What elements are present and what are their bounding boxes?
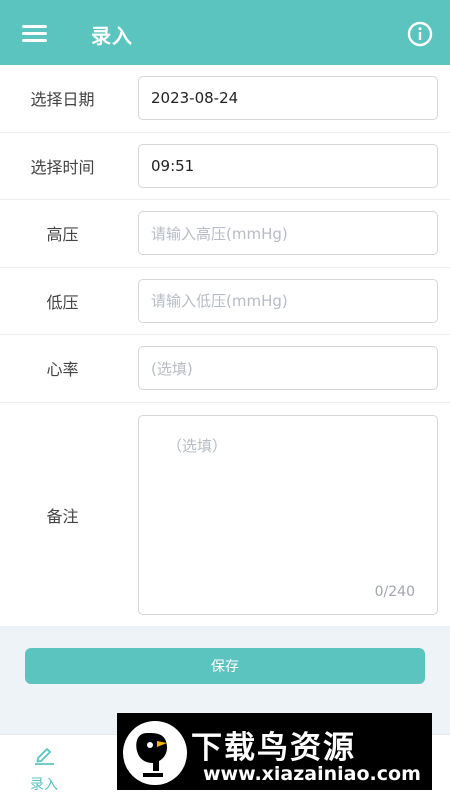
notes-char-counter: 0/240: [374, 583, 415, 600]
heart-rate-placeholder: (选填): [151, 359, 193, 378]
systolic-label: 高压: [46, 225, 79, 245]
date-row: 选择日期 2023-08-24: [0, 65, 450, 133]
time-label: 选择时间: [30, 157, 95, 177]
systolic-row: 高压 请输入高压(mmHg): [0, 200, 450, 268]
time-row: 选择时间 09:51: [0, 133, 450, 200]
diastolic-label: 低压: [46, 292, 79, 312]
page-title: 录入: [91, 24, 133, 48]
watermark-banner: 下载鸟资源 www.xiazainiao.com: [117, 713, 432, 790]
edit-icon: [35, 748, 54, 765]
notes-row: 备注 （选填） 0/240: [0, 403, 450, 627]
watermark-name: 下载鸟资源: [191, 730, 356, 766]
tab-entry[interactable]: 录入: [14, 740, 74, 796]
systolic-placeholder: 请输入高压(mmHg): [151, 224, 288, 243]
heart-rate-label: 心率: [46, 360, 79, 380]
heart-rate-input[interactable]: (选填): [138, 346, 438, 390]
diastolic-input[interactable]: 请输入低压(mmHg): [138, 278, 438, 323]
save-button[interactable]: 保存: [25, 648, 425, 684]
info-icon[interactable]: [407, 21, 433, 47]
diastolic-placeholder: 请输入低压(mmHg): [151, 292, 288, 310]
date-field[interactable]: 2023-08-24: [138, 76, 438, 120]
date-label: 选择日期: [30, 90, 95, 110]
entry-form: 选择日期 2023-08-24 选择时间 09:51 高压 请输入高压(mmHg…: [0, 65, 450, 627]
date-value: 2023-08-24: [151, 89, 239, 107]
notes-textarea[interactable]: （选填） 0/240: [138, 414, 438, 615]
time-value: 09:51: [151, 156, 195, 175]
watermark-logo-icon: [123, 721, 187, 785]
systolic-input[interactable]: 请输入高压(mmHg): [138, 211, 438, 255]
notes-label: 备注: [46, 506, 79, 526]
app-header: 录入: [0, 0, 450, 65]
menu-icon[interactable]: [22, 22, 48, 44]
notes-placeholder: （选填）: [167, 436, 228, 455]
time-field[interactable]: 09:51: [138, 143, 438, 188]
diastolic-row: 低压 请输入低压(mmHg): [0, 268, 450, 335]
heart-rate-row: 心率 (选填): [0, 335, 450, 403]
watermark-url: www.xiazainiao.com: [203, 763, 421, 785]
tab-entry-label: 录入: [30, 777, 58, 793]
